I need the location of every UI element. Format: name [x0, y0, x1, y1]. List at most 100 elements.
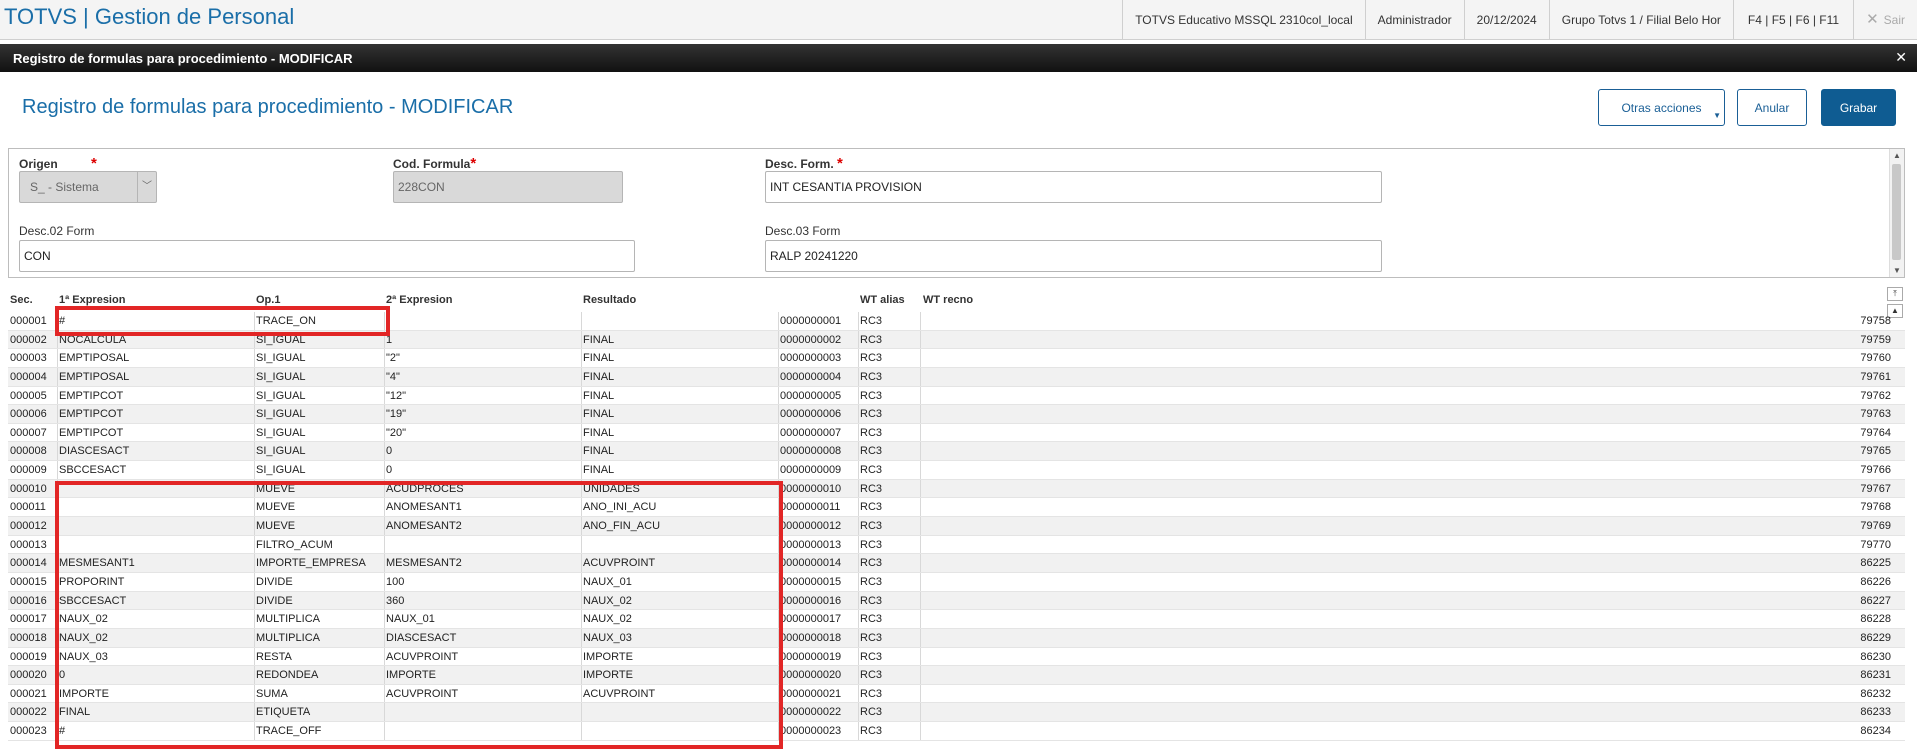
cell-e1[interactable]: NAUX_02 — [59, 632, 108, 644]
chevron-down-icon[interactable]: ﹀ — [137, 172, 156, 202]
table-row[interactable]: 000004 EMPTIPOSAL SI_IGUAL "4" FINAL 00000000… — [8, 367, 1905, 387]
cell-sec[interactable]: 000012 — [10, 520, 47, 532]
cell-res[interactable]: ACUVPROINT — [583, 688, 655, 700]
cell-op[interactable]: TRACE_OFF — [256, 725, 321, 737]
cell-sec[interactable]: 000008 — [10, 445, 47, 457]
cell-e1[interactable]: EMPTIPOSAL — [59, 352, 129, 364]
cell-res[interactable]: ACUVPROINT — [583, 557, 655, 569]
cell-sec[interactable]: 000014 — [10, 557, 47, 569]
cell-wt[interactable]: RC3 — [860, 483, 882, 495]
table-row[interactable]: 000018 NAUX_02 MULTIPLICA DIASCESACT NAUX_03… — [8, 628, 1905, 648]
cell-recno[interactable]: 86231 — [1860, 669, 1891, 681]
scroll-down-icon[interactable]: ▼ — [1890, 266, 1904, 275]
cell-res[interactable]: ANO_FIN_ACU — [583, 520, 660, 532]
cell-res[interactable]: FINAL — [583, 464, 614, 476]
cell-e1[interactable]: FINAL — [59, 706, 90, 718]
cell-res[interactable]: FINAL — [583, 334, 614, 346]
exit-button[interactable]: ✕ Sair — [1853, 0, 1917, 40]
cell-rec[interactable]: 0000000008 — [780, 445, 841, 457]
cell-op[interactable]: TRACE_ON — [256, 315, 316, 327]
cell-rec[interactable]: 0000000003 — [780, 352, 841, 364]
cell-rec[interactable]: 0000000017 — [780, 613, 841, 625]
cell-op[interactable]: SI_IGUAL — [256, 371, 306, 383]
cell-op[interactable]: DIVIDE — [256, 576, 293, 588]
cell-wt[interactable]: RC3 — [860, 408, 882, 420]
cell-wt[interactable]: RC3 — [860, 651, 882, 663]
cell-recno[interactable]: 86227 — [1860, 595, 1891, 607]
cell-res[interactable]: IMPORTE — [583, 651, 633, 663]
cell-rec[interactable]: 0000000014 — [780, 557, 841, 569]
table-row[interactable]: 000023 # TRACE_OFF 0000000023 RC3 86234 — [8, 722, 1905, 741]
cell-recno[interactable]: 86233 — [1860, 706, 1891, 718]
cell-e2[interactable]: ACUVPROINT — [386, 688, 458, 700]
cell-e2[interactable]: "12" — [386, 390, 406, 402]
cell-op[interactable]: FILTRO_ACUM — [256, 539, 333, 551]
table-row[interactable]: 000021 IMPORTE SUMA ACUVPROINT ACUVPROINT 000… — [8, 684, 1905, 704]
cell-op[interactable]: SI_IGUAL — [256, 408, 306, 420]
cell-wt[interactable]: RC3 — [860, 464, 882, 476]
col-header-wt-recno[interactable]: WT recno — [923, 294, 973, 306]
cell-e2[interactable]: "2" — [386, 352, 400, 364]
cell-e1[interactable]: EMPTIPCOT — [59, 408, 123, 420]
cell-rec[interactable]: 0000000020 — [780, 669, 841, 681]
cell-res[interactable]: NAUX_01 — [583, 576, 632, 588]
col-header-expr2[interactable]: 2ª Expresion — [386, 294, 452, 306]
cell-op[interactable]: REDONDEA — [256, 669, 318, 681]
cell-recno[interactable]: 86228 — [1860, 613, 1891, 625]
table-row[interactable]: 000012 MUEVE ANOMESANT2 ANO_FIN_ACU 00000000… — [8, 517, 1905, 536]
branch-label[interactable]: Grupo Totvs 1 / Filial Belo Hor — [1548, 0, 1733, 40]
cell-e2[interactable]: NAUX_01 — [386, 613, 435, 625]
cell-rec[interactable]: 0000000002 — [780, 334, 841, 346]
cell-sec[interactable]: 000020 — [10, 669, 47, 681]
table-row[interactable]: 000005 EMPTIPCOT SI_IGUAL "12" FINAL 00000000… — [8, 386, 1905, 406]
cell-e1[interactable]: # — [59, 315, 65, 327]
cell-sec[interactable]: 000011 — [10, 501, 46, 513]
cell-e2[interactable]: 100 — [386, 576, 404, 588]
cell-recno[interactable]: 79768 — [1860, 501, 1891, 513]
cell-sec[interactable]: 000001 — [10, 315, 47, 327]
cell-wt[interactable]: RC3 — [860, 334, 882, 346]
cell-sec[interactable]: 000004 — [10, 371, 47, 383]
cell-sec[interactable]: 000002 — [10, 334, 47, 346]
cell-e2[interactable]: MESMESANT2 — [386, 557, 462, 569]
cell-recno[interactable]: 86234 — [1860, 725, 1891, 737]
cell-sec[interactable]: 000019 — [10, 651, 47, 663]
cell-wt[interactable]: RC3 — [860, 501, 882, 513]
cell-rec[interactable]: 0000000005 — [780, 390, 841, 402]
cell-sec[interactable]: 000021 — [10, 688, 47, 700]
cell-rec[interactable]: 0000000015 — [780, 576, 841, 588]
cell-rec[interactable]: 0000000009 — [780, 464, 841, 476]
col-header-sec[interactable]: Sec. — [10, 294, 33, 306]
table-row[interactable]: 000022 FINAL ETIQUETA 0000000022 RC3 86233 — [8, 703, 1905, 723]
table-row[interactable]: 000006 EMPTIPCOT SI_IGUAL "19" FINAL 00000000… — [8, 405, 1905, 424]
cell-op[interactable]: MULTIPLICA — [256, 632, 320, 644]
cell-op[interactable]: DIVIDE — [256, 595, 293, 607]
cell-wt[interactable]: RC3 — [860, 632, 882, 644]
cell-rec[interactable]: 0000000022 — [780, 706, 841, 718]
cell-rec[interactable]: 0000000018 — [780, 632, 841, 644]
cell-sec[interactable]: 000022 — [10, 706, 47, 718]
cell-sec[interactable]: 000010 — [10, 483, 47, 495]
cell-sec[interactable]: 000005 — [10, 390, 47, 402]
cell-recno[interactable]: 86226 — [1860, 576, 1891, 588]
cell-e1[interactable]: # — [59, 725, 65, 737]
cell-rec[interactable]: 0000000019 — [780, 651, 841, 663]
col-header-expr1[interactable]: 1ª Expresion — [59, 294, 125, 306]
table-row[interactable]: 000003 EMPTIPOSAL SI_IGUAL "2" FINAL 00000000… — [8, 349, 1905, 368]
cell-rec[interactable]: 0000000012 — [780, 520, 841, 532]
desc-form-field[interactable]: INT CESANTIA PROVISION — [765, 171, 1382, 203]
scroll-thumb[interactable] — [1892, 164, 1901, 260]
cell-op[interactable]: SUMA — [256, 688, 288, 700]
cell-recno[interactable]: 79760 — [1860, 352, 1891, 364]
table-row[interactable]: 000008 DIASCESACT SI_IGUAL 0 FINAL 0000000008… — [8, 442, 1905, 462]
cell-sec[interactable]: 000006 — [10, 408, 47, 420]
table-row[interactable]: 000001 # TRACE_ON 0000000001 RC3 79758 — [8, 312, 1905, 331]
cell-wt[interactable]: RC3 — [860, 669, 882, 681]
cell-res[interactable]: FINAL — [583, 445, 614, 457]
save-button[interactable]: Grabar — [1821, 89, 1896, 126]
cell-wt[interactable]: RC3 — [860, 595, 882, 607]
cell-rec[interactable]: 0000000021 — [780, 688, 841, 700]
cell-recno[interactable]: 79763 — [1860, 408, 1891, 420]
cell-op[interactable]: SI_IGUAL — [256, 352, 306, 364]
cell-res[interactable]: IMPORTE — [583, 669, 633, 681]
